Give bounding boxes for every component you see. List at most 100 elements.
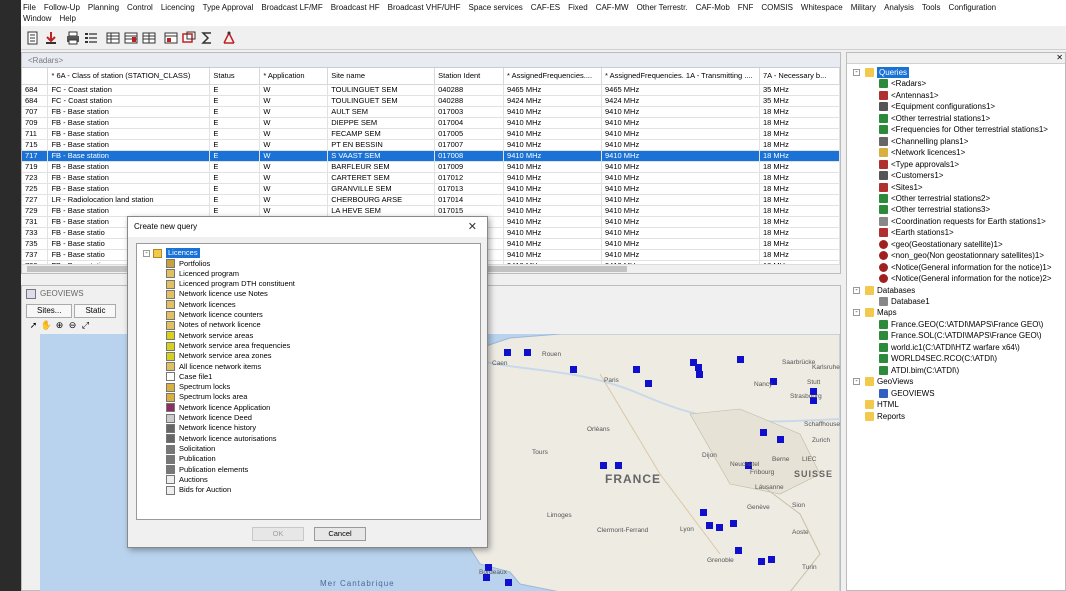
table-row[interactable]: 729 FB - Base station E W LA HEVE SEM 017015 9…	[22, 205, 841, 217]
close-icon[interactable]: ✕	[468, 217, 477, 237]
column-header[interactable]: * Application	[259, 68, 329, 85]
tree-node[interactable]: <Coordination requests for Earth station…	[879, 216, 1046, 227]
tree-node[interactable]: ATDI.bim(C:\ATDI\)	[879, 365, 959, 376]
tree-node[interactable]: Queries	[865, 67, 910, 78]
column-header[interactable]: * AssignedFrequencies....	[503, 68, 603, 85]
menu-item[interactable]: Broadcast LF/MF	[261, 2, 322, 13]
table-view-icon[interactable]	[105, 30, 120, 45]
table-row[interactable]: 711 FB - Base station E W FECAMP SEM 017005 94…	[22, 128, 841, 140]
station-marker[interactable]	[777, 436, 784, 443]
menu-item[interactable]: Help	[59, 13, 75, 24]
cancel-button[interactable]: Cancel	[314, 527, 366, 541]
column-header[interactable]: * AssignedFrequencies. 1A - Transmitting…	[601, 68, 760, 85]
station-marker[interactable]	[758, 558, 765, 565]
menu-item[interactable]: Type Approval	[203, 2, 254, 13]
station-marker[interactable]	[645, 380, 652, 387]
tree-node[interactable]: Maps	[865, 307, 897, 318]
station-marker[interactable]	[700, 509, 707, 516]
tree-node[interactable]: Databases	[865, 285, 915, 296]
tree-root-licences[interactable]: Licences	[153, 248, 200, 259]
station-marker[interactable]	[504, 349, 511, 356]
station-marker[interactable]	[737, 356, 744, 363]
query-type-item[interactable]: Notes of network licence	[166, 320, 261, 330]
query-type-item[interactable]: Network licence history	[166, 423, 256, 433]
table-row[interactable]: 684 FC - Coast station E W TOULINGUET SEM 040…	[22, 84, 841, 96]
query-type-item[interactable]: Network licence autorisations	[166, 434, 277, 444]
menu-item[interactable]: Whitespace	[801, 2, 843, 13]
tree-node[interactable]: <Network licences1>	[879, 147, 965, 158]
fit-icon[interactable]: ⤢	[80, 320, 91, 331]
table-row[interactable]: 727 LR - Radiolocation land station E W CHER…	[22, 194, 841, 206]
table-row[interactable]: 707 FB - Base station E W AULT SEM 017003 9410…	[22, 106, 841, 118]
menu-item[interactable]: Other Terrestr.	[637, 2, 688, 13]
menu-item[interactable]: Licencing	[161, 2, 195, 13]
menu-item[interactable]: Space services	[469, 2, 523, 13]
table-row[interactable]: 717 FB - Base station E W S VAAST SEM 017008 9…	[22, 150, 841, 162]
tree-node[interactable]: <Notice(General information for the noti…	[879, 273, 1052, 284]
column-header[interactable]: Status	[209, 68, 261, 85]
menu-item[interactable]: Follow-Up	[44, 2, 80, 13]
menu-item[interactable]: Broadcast HF	[331, 2, 380, 13]
query-type-item[interactable]: Publication elements	[166, 465, 248, 475]
tree-node[interactable]: WORLD4SEC.RCO(C:\ATDI\)	[879, 353, 997, 364]
menu-item[interactable]: Fixed	[568, 2, 588, 13]
station-marker[interactable]	[695, 364, 702, 371]
query-type-item[interactable]: Network licence Deed	[166, 413, 252, 423]
column-header[interactable]	[22, 68, 49, 85]
close-icon[interactable]: ✕	[1056, 53, 1063, 62]
tree-node[interactable]: <Type approvals1>	[879, 159, 959, 170]
query-type-item[interactable]: Solicitation	[166, 444, 215, 454]
table-row[interactable]: 715 FB - Base station E W PT EN BESSIN 017007…	[22, 139, 841, 151]
new-document-icon[interactable]	[25, 30, 40, 45]
ok-button[interactable]: OK	[252, 527, 304, 541]
tree-node[interactable]: <Earth stations1>	[879, 227, 954, 238]
menu-item[interactable]: Analysis	[884, 2, 914, 13]
tree-node[interactable]: <non_geo(Non geostationnary satellites)1…	[879, 250, 1044, 261]
tree-node[interactable]: Database1	[879, 296, 930, 307]
query-type-item[interactable]: Network licences	[166, 300, 236, 310]
query-type-item[interactable]: Network licence Application	[166, 403, 270, 413]
tree-node[interactable]: <Equipment configurations1>	[879, 101, 995, 112]
sum-icon[interactable]	[199, 30, 214, 45]
station-marker[interactable]	[735, 547, 742, 554]
tree-node[interactable]: GeoViews	[865, 376, 913, 387]
query-type-item[interactable]: Auctions	[166, 475, 208, 485]
table-row[interactable]: 725 FB - Base station E W GRANVILLE SEM 01701…	[22, 183, 841, 195]
tree-node[interactable]: <Channelling plans1>	[879, 136, 968, 147]
print-icon[interactable]	[65, 30, 80, 45]
station-marker[interactable]	[615, 462, 622, 469]
menu-item[interactable]: CAF-Mob	[696, 2, 730, 13]
tree-node[interactable]: HTML	[865, 399, 899, 410]
query-type-item[interactable]: Network service area zones	[166, 351, 272, 361]
menu-item[interactable]: CAF-MW	[596, 2, 629, 13]
tree-node[interactable]: <geo(Geostationary satellite)1>	[879, 239, 1003, 250]
table-row[interactable]: 723 FB - Base station E W CARTERET SEM 017012…	[22, 172, 841, 184]
query-type-item[interactable]: Licenced program DTH constituent	[166, 279, 295, 289]
tree-node[interactable]: <Sites1>	[879, 182, 923, 193]
station-marker[interactable]	[570, 366, 577, 373]
list-icon[interactable]	[83, 30, 98, 45]
query-type-item[interactable]: Network service area frequencies	[166, 341, 290, 351]
query-type-item[interactable]: Licenced program	[166, 269, 239, 279]
station-marker[interactable]	[730, 520, 737, 527]
menu-item[interactable]: Control	[127, 2, 153, 13]
tree-node[interactable]: <Other terrestrial stations1>	[879, 113, 990, 124]
tree-node[interactable]: <Antennas1>	[879, 90, 939, 101]
tree-node[interactable]: France.SOL(C:\ATDI\MAPS\France GEO\)	[879, 330, 1042, 341]
column-header[interactable]: * 6A - Class of station (STATION_CLASS)	[47, 68, 211, 85]
station-marker[interactable]	[696, 371, 703, 378]
collapse-toggle[interactable]: -	[853, 309, 860, 317]
query-type-item[interactable]: Case file1	[166, 372, 212, 382]
tree-node[interactable]: <Radars>	[879, 78, 926, 89]
menu-item[interactable]: Configuration	[949, 2, 997, 13]
window-icon[interactable]	[181, 30, 196, 45]
menu-item[interactable]: Military	[851, 2, 876, 13]
query-type-item[interactable]: Network licence counters	[166, 310, 263, 320]
tree-node[interactable]: <Frequencies for Other terrestrial stati…	[879, 124, 1048, 135]
station-marker[interactable]	[716, 524, 723, 531]
tree-node[interactable]: <Other terrestrial stations2>	[879, 193, 990, 204]
collapse-toggle[interactable]: -	[853, 69, 860, 76]
tree-node[interactable]: <Customers1>	[879, 170, 943, 181]
station-marker[interactable]	[505, 579, 512, 586]
query-type-tree[interactable]: - Licences Portfolios Licenced program Lic…	[136, 243, 481, 520]
